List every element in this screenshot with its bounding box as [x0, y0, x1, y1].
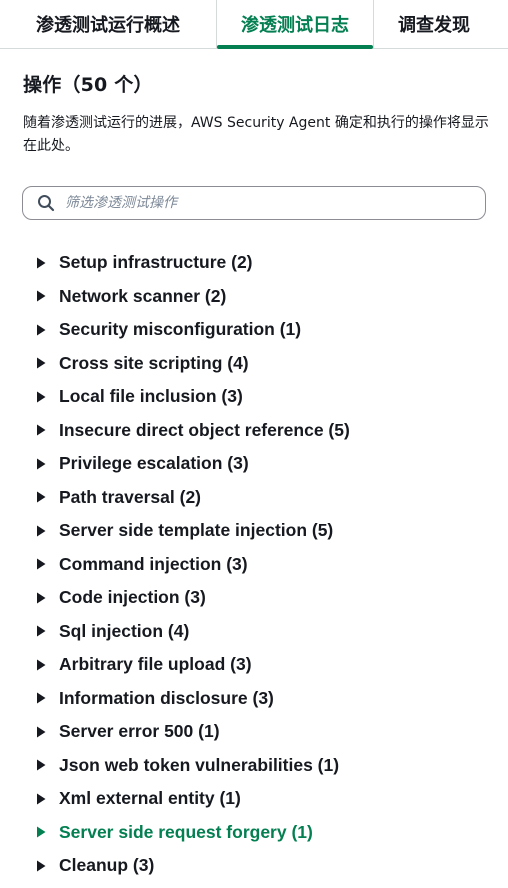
caret-right-icon — [36, 793, 46, 805]
operation-item[interactable]: Cross site scripting (4) — [36, 347, 496, 381]
operation-label: Path traversal (2) — [59, 486, 202, 507]
operation-item[interactable]: Insecure direct object reference (5) — [36, 414, 496, 448]
search-box — [22, 186, 486, 220]
caret-right-icon — [36, 726, 46, 738]
operation-item[interactable]: Xml external entity (1) — [36, 782, 496, 816]
operation-label: Local file inclusion (3) — [59, 386, 243, 407]
operation-item[interactable]: Json web token vulnerabilities (1) — [36, 749, 496, 783]
caret-right-icon — [36, 759, 46, 771]
operation-label: Sql injection (4) — [59, 620, 190, 641]
operation-label: Command injection (3) — [59, 553, 248, 574]
operation-item[interactable]: Setup infrastructure (2) — [36, 246, 496, 280]
operation-label: Arbitrary file upload (3) — [59, 654, 252, 675]
operation-label: Cleanup (3) — [59, 855, 155, 876]
operation-label: Json web token vulnerabilities (1) — [59, 754, 340, 775]
operation-label: Security misconfiguration (1) — [59, 319, 302, 340]
section-description: 随着渗透测试运行的进展，AWS Security Agent 确定和执行的操作将… — [23, 115, 489, 154]
operation-item[interactable]: Server error 500 (1) — [36, 715, 496, 749]
operation-label: Privilege escalation (3) — [59, 453, 249, 474]
operation-item[interactable]: Command injection (3) — [36, 548, 496, 582]
operation-label: Server error 500 (1) — [59, 721, 220, 742]
operation-item[interactable]: Server side request forgery (1) — [36, 816, 496, 850]
tab-label: 渗透测试日志 — [241, 15, 349, 36]
operation-label: Code injection (3) — [59, 587, 206, 608]
tab-pentest-overview[interactable]: 渗透测试运行概述 — [0, 0, 216, 48]
operation-label: Server side request forgery (1) — [59, 821, 313, 842]
caret-right-icon — [36, 592, 46, 604]
operations-list: Setup infrastructure (2) Network scanner … — [36, 246, 496, 883]
caret-right-icon — [36, 391, 46, 403]
search-icon — [37, 194, 55, 212]
search-input[interactable] — [65, 195, 465, 211]
caret-right-icon — [36, 558, 46, 570]
operation-label: Server side template injection (5) — [59, 520, 334, 541]
operation-item[interactable]: Path traversal (2) — [36, 481, 496, 515]
operation-label: Insecure direct object reference (5) — [59, 419, 350, 440]
caret-right-icon — [36, 860, 46, 872]
caret-right-icon — [36, 491, 46, 503]
caret-right-icon — [36, 692, 46, 704]
operation-item[interactable]: Privilege escalation (3) — [36, 447, 496, 481]
operation-item[interactable]: Security misconfiguration (1) — [36, 313, 496, 347]
caret-right-icon — [36, 290, 46, 302]
operation-item[interactable]: Information disclosure (3) — [36, 682, 496, 716]
caret-right-icon — [36, 458, 46, 470]
operation-item[interactable]: Sql injection (4) — [36, 615, 496, 649]
tab-findings[interactable]: 调查发现 — [374, 0, 494, 48]
operation-label: Cross site scripting (4) — [59, 352, 249, 373]
caret-right-icon — [36, 826, 46, 838]
section-title: 操作（50 个） — [23, 74, 153, 96]
operation-item[interactable]: Network scanner (2) — [36, 280, 496, 314]
caret-right-icon — [36, 424, 46, 436]
operation-item[interactable]: Arbitrary file upload (3) — [36, 648, 496, 682]
caret-right-icon — [36, 525, 46, 537]
operation-item[interactable]: Code injection (3) — [36, 581, 496, 615]
caret-right-icon — [36, 357, 46, 369]
operation-label: Setup infrastructure (2) — [59, 252, 253, 273]
operation-label: Xml external entity (1) — [59, 788, 241, 809]
operation-label: Network scanner (2) — [59, 285, 227, 306]
tab-label: 渗透测试运行概述 — [36, 15, 180, 36]
tab-pentest-log[interactable]: 渗透测试日志 — [216, 0, 374, 49]
caret-right-icon — [36, 625, 46, 637]
operation-item[interactable]: Server side template injection (5) — [36, 514, 496, 548]
caret-right-icon — [36, 324, 46, 336]
operation-item[interactable]: Local file inclusion (3) — [36, 380, 496, 414]
operation-label: Information disclosure (3) — [59, 687, 274, 708]
tab-label: 调查发现 — [398, 15, 470, 36]
tab-bar: 渗透测试运行概述 渗透测试日志 调查发现 — [0, 0, 508, 49]
caret-right-icon — [36, 257, 46, 269]
operation-item[interactable]: Cleanup (3) — [36, 849, 496, 883]
caret-right-icon — [36, 659, 46, 671]
